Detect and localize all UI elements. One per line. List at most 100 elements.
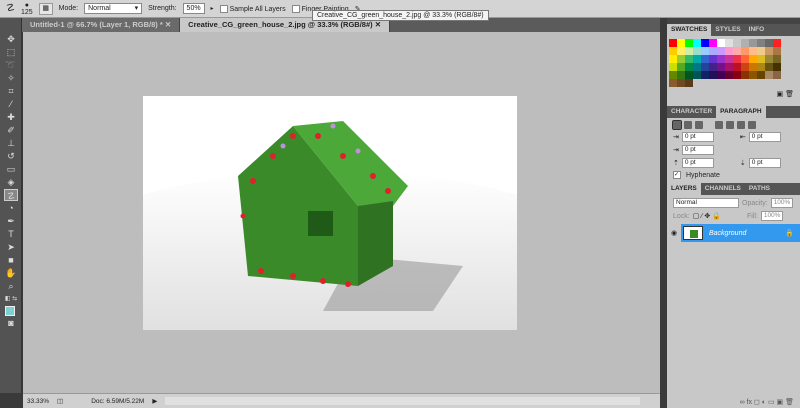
swatch[interactable] <box>677 39 685 47</box>
hand-tool-icon[interactable]: ✋ <box>4 267 18 279</box>
tab-character[interactable]: CHARACTER <box>667 106 716 118</box>
swatch[interactable] <box>757 71 765 79</box>
foreground-color-swatch[interactable] <box>5 306 15 316</box>
swatch[interactable] <box>725 71 733 79</box>
swatch[interactable] <box>749 71 757 79</box>
hyphenate-checkbox[interactable]: ✓ Hyphenate <box>673 171 794 179</box>
justify-right-icon[interactable] <box>737 121 745 129</box>
swatch[interactable] <box>677 71 685 79</box>
tab-paragraph[interactable]: PARAGRAPH <box>716 106 766 118</box>
swatch[interactable] <box>709 47 717 55</box>
mode-select[interactable]: Normal ▾ <box>84 3 143 14</box>
trash-icon[interactable]: 🗑 <box>785 91 794 98</box>
lock-icons[interactable]: ▢ ∕ ✥ 🔒 <box>693 212 721 220</box>
swatch[interactable] <box>693 63 701 71</box>
swatch[interactable] <box>693 55 701 63</box>
swatch[interactable] <box>741 47 749 55</box>
tab-paths[interactable]: PATHS <box>745 183 774 195</box>
swatch[interactable] <box>701 71 709 79</box>
swatch[interactable] <box>765 39 773 47</box>
swatch[interactable] <box>693 71 701 79</box>
swatch[interactable] <box>677 63 685 71</box>
status-menu-arrow-icon[interactable]: ▶ <box>152 397 157 405</box>
swatch[interactable] <box>685 47 693 55</box>
healing-tool-icon[interactable]: ✚ <box>4 111 18 123</box>
space-before-input[interactable]: 0 pt <box>681 158 714 168</box>
layer-row-background[interactable]: ◉ Background 🔒 <box>667 224 800 242</box>
zoom-level[interactable]: 33.33% <box>27 398 49 405</box>
eraser-tool-icon[interactable]: ▭ <box>4 163 18 175</box>
swatch[interactable] <box>677 55 685 63</box>
shape-tool-icon[interactable]: ■ <box>4 254 18 266</box>
brush-tool-icon[interactable]: ✐ <box>4 124 18 136</box>
history-brush-icon[interactable]: ↺ <box>4 150 18 162</box>
swatch[interactable] <box>717 55 725 63</box>
swatch[interactable] <box>717 47 725 55</box>
space-after-input[interactable]: 0 pt <box>748 158 781 168</box>
swatch[interactable] <box>717 39 725 47</box>
strength-input[interactable]: 50% <box>182 3 205 14</box>
new-layer-icon[interactable]: ▣ <box>777 399 784 406</box>
type-tool-icon[interactable]: T <box>4 228 18 240</box>
move-tool-icon[interactable]: ✥ <box>4 33 18 45</box>
swatch[interactable] <box>685 79 693 87</box>
swatch[interactable] <box>709 55 717 63</box>
sample-all-layers-checkbox[interactable]: Sample All Layers <box>219 4 286 13</box>
eyedropper-tool-icon[interactable]: ⁄ <box>4 98 18 110</box>
swatch[interactable] <box>677 47 685 55</box>
swatch[interactable] <box>701 39 709 47</box>
swatch[interactable] <box>685 55 693 63</box>
trash-icon[interactable]: 🗑 <box>785 399 794 406</box>
swatch[interactable] <box>701 63 709 71</box>
document-image[interactable] <box>10 96 650 408</box>
crop-tool-icon[interactable]: ⌗ <box>4 85 18 97</box>
swatch[interactable] <box>757 39 765 47</box>
quick-mask-icon[interactable]: ◙ <box>4 317 18 329</box>
swatch[interactable] <box>773 71 781 79</box>
swatch[interactable] <box>725 39 733 47</box>
horizontal-scrollbar[interactable] <box>165 397 640 405</box>
swatch[interactable] <box>717 71 725 79</box>
swatch[interactable] <box>669 63 677 71</box>
brush-size-picker[interactable]: ● 125 <box>21 2 33 16</box>
swatch[interactable] <box>773 63 781 71</box>
swatch[interactable] <box>741 63 749 71</box>
zoom-tool-icon[interactable]: ⌕ <box>4 280 18 292</box>
smudge-tool-icon[interactable]: ☡ <box>4 189 18 201</box>
swatch[interactable] <box>669 55 677 63</box>
swatch[interactable] <box>757 47 765 55</box>
swatch[interactable] <box>749 55 757 63</box>
marquee-tool-icon[interactable]: ⬚ <box>4 46 18 58</box>
swatch[interactable] <box>773 47 781 55</box>
pen-tool-icon[interactable]: ✒ <box>4 215 18 227</box>
swatch[interactable] <box>685 71 693 79</box>
lasso-tool-icon[interactable]: ➰ <box>4 59 18 71</box>
swatch[interactable] <box>765 63 773 71</box>
align-right-icon[interactable] <box>695 121 703 129</box>
swatch[interactable] <box>741 55 749 63</box>
tab-untitled-1[interactable]: Untitled-1 @ 66.7% (Layer 1, RGB/8) * ✕ <box>22 18 181 32</box>
swatch[interactable] <box>685 63 693 71</box>
swatch[interactable] <box>709 63 717 71</box>
brush-panel-toggle-icon[interactable]: ▦ <box>38 2 53 15</box>
swatch[interactable] <box>741 39 749 47</box>
justify-center-icon[interactable] <box>726 121 734 129</box>
swatch[interactable] <box>765 55 773 63</box>
swatch[interactable] <box>693 39 701 47</box>
fill-input[interactable]: 100% <box>760 211 783 221</box>
justify-all-icon[interactable] <box>748 121 756 129</box>
swatch[interactable] <box>733 71 741 79</box>
tab-layers[interactable]: LAYERS <box>667 183 701 195</box>
swatch[interactable] <box>701 55 709 63</box>
strength-slider-button[interactable]: ▸ <box>211 5 214 12</box>
swatch[interactable] <box>701 47 709 55</box>
first-line-input[interactable]: 0 pt <box>681 145 714 155</box>
swatch[interactable] <box>693 47 701 55</box>
swatch[interactable] <box>749 63 757 71</box>
indent-left-input[interactable]: 0 pt <box>681 132 714 142</box>
dodge-tool-icon[interactable]: ◔ <box>4 202 18 214</box>
close-icon[interactable]: ✕ <box>165 20 171 29</box>
stamp-tool-icon[interactable]: ⊥ <box>4 137 18 149</box>
visibility-eye-icon[interactable]: ◉ <box>667 229 681 237</box>
swatch[interactable] <box>773 55 781 63</box>
